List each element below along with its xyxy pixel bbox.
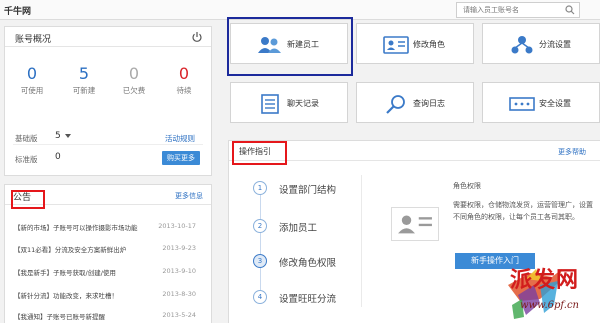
buy-more-button[interactable]: 购买更多 [162, 151, 200, 165]
stat-value: 0 [178, 64, 190, 83]
role-desc: 需要权限，仓储物流发货，运营管理广，设置不同角色的权限，让每个员工各司其职。 [453, 201, 593, 221]
stat-creatable[interactable]: 5 可新建 [63, 65, 105, 96]
notice-item[interactable]: 【我是新手】子账号获取/创建/使用 2013-9-10 [14, 267, 202, 277]
watermark-text: 派发网 [510, 267, 580, 293]
notice-item-date: 2013-5-24 [162, 311, 196, 319]
stat-available[interactable]: 0 可使用 [11, 65, 53, 96]
step-text: 设置部门结构 [279, 185, 337, 196]
tile-label: 聊天记录 [287, 99, 319, 108]
notice-item-date: 2013-10-17 [158, 222, 196, 230]
stat-label: 可新建 [72, 86, 96, 95]
notice-item-date: 2013-9-23 [162, 244, 196, 252]
notice-item-text: 【新的市场】子账号可以操作摄影市场功能 [14, 224, 138, 232]
id-card-icon [383, 36, 409, 54]
notice-item[interactable]: 【新针分流】功能改变，来求吐槽！ 2013-8-30 [14, 290, 202, 300]
search-box[interactable] [456, 2, 580, 18]
security-settings-button[interactable]: 安全设置 [482, 82, 600, 123]
notice-item-text: 【双11必看】分流及安全方案新鲜出炉 [14, 246, 127, 254]
notice-more-link[interactable]: 更多信息 [175, 191, 203, 201]
search-icon [386, 95, 405, 114]
tile-label: 修改角色 [413, 40, 445, 49]
notice-highlight-box [11, 190, 45, 209]
network-icon [511, 36, 533, 54]
id-card-icon [391, 207, 439, 241]
edition-label: 基础版 [15, 134, 38, 143]
divider [13, 144, 203, 145]
guide-more-link[interactable]: 更多帮助 [558, 147, 586, 157]
step-number: 3 [253, 254, 267, 268]
notice-item-text: 【我是新手】子账号获取/创建/使用 [14, 269, 116, 277]
stat-label: 待续 [176, 86, 192, 95]
steps-connector [260, 185, 261, 303]
guide-step-active[interactable]: 3 修改角色权限 [253, 254, 353, 270]
step-number: 4 [253, 290, 267, 304]
chat-records-button[interactable]: 聊天记录 [230, 82, 348, 123]
step-text: 修改角色权限 [279, 258, 337, 269]
account-panel-header: 账号概况 [5, 27, 211, 47]
guide-step[interactable]: 4 设置旺旺分流 [253, 290, 353, 306]
edition-value: 5 [55, 131, 61, 141]
tile-label: 分流设置 [539, 40, 571, 49]
step-number: 1 [253, 181, 267, 195]
notice-item[interactable]: 【双11必看】分流及安全方案新鲜出炉 2013-9-23 [14, 244, 202, 254]
app-logo[interactable]: 千牛网 [4, 4, 31, 17]
account-title: 账号概况 [15, 35, 52, 45]
guide-highlight-box [232, 141, 287, 165]
document-icon [261, 94, 279, 114]
standard-label: 标准版 [15, 155, 38, 164]
power-icon[interactable] [191, 31, 203, 43]
search-icon[interactable] [565, 5, 575, 15]
role-desc-title: 角色权限 [453, 182, 481, 190]
tile-label: 查询日志 [413, 99, 445, 108]
tile-label: 安全设置 [539, 99, 571, 108]
stat-value: 5 [78, 64, 90, 83]
dots-box-icon [509, 97, 535, 111]
edit-role-button[interactable]: 修改角色 [356, 23, 474, 64]
divider [361, 175, 362, 307]
standard-value: 0 [55, 152, 61, 162]
watermark-url: www.6pf.cn [520, 300, 579, 311]
stat-overdue[interactable]: 0 已欠费 [113, 65, 155, 96]
new-employee-highlight-box [227, 17, 353, 76]
activity-rules-link[interactable]: 活动规则 [165, 133, 195, 144]
notice-item-text: 【新针分流】功能改变，来求吐槽！ [14, 292, 118, 300]
stat-value: 0 [128, 64, 140, 83]
search-input[interactable] [457, 3, 563, 17]
stat-label: 已欠费 [122, 86, 146, 95]
divert-settings-button[interactable]: 分流设置 [482, 23, 600, 64]
notice-item[interactable]: 【新的市场】子账号可以操作摄影市场功能 2013-10-17 [14, 222, 202, 232]
guide-step[interactable]: 2 添加员工 [253, 219, 353, 235]
chevron-down-icon[interactable] [65, 134, 71, 139]
step-number: 2 [253, 219, 267, 233]
guide-step[interactable]: 1 设置部门结构 [253, 181, 353, 197]
notice-item[interactable]: 【我通知】子账号已账号新提醒 2013-5-24 [14, 311, 202, 321]
notice-item-date: 2013-8-30 [162, 290, 196, 298]
stat-value: 0 [26, 64, 38, 83]
query-log-button[interactable]: 查询日志 [356, 82, 474, 123]
step-text: 设置旺旺分流 [279, 294, 337, 305]
stat-label: 可使用 [20, 86, 44, 95]
step-text: 添加员工 [279, 223, 318, 234]
stat-pending[interactable]: 0 待续 [163, 65, 205, 96]
notice-item-date: 2013-9-10 [162, 267, 196, 275]
notice-item-text: 【我通知】子账号已账号新提醒 [14, 313, 105, 321]
